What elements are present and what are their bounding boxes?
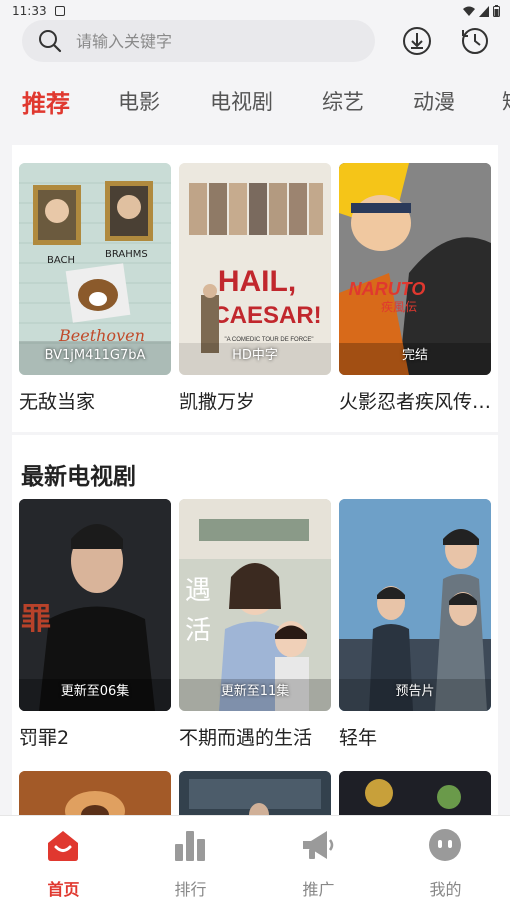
poster-title[interactable]: 不期而遇的生活	[179, 723, 334, 750]
poster-badge: HD中字	[232, 348, 278, 363]
tab-anime[interactable]: 动漫	[413, 86, 455, 116]
search-input[interactable]	[76, 31, 326, 51]
ranking-icon	[175, 831, 205, 861]
poster-wudi-dangjia[interactable]: BACH BRAHMS Beethoven BV1jM411G7bA	[19, 163, 171, 375]
category-tabs: 推荐 电影 电视剧 综艺 动漫 短	[0, 78, 510, 126]
bottom-navigation: 首页 排行 推广 我的	[0, 815, 510, 906]
poster-art	[179, 771, 331, 815]
poster-naruto[interactable]: NARUTO 疾風伝 完结	[339, 163, 491, 375]
svg-text:遇: 遇	[185, 576, 211, 606]
signal-icon	[479, 5, 489, 17]
megaphone-icon	[303, 831, 334, 859]
poster-title[interactable]: 火影忍者疾风传…	[339, 387, 494, 414]
poster-text-hail: HAIL,	[218, 265, 296, 298]
wifi-icon	[463, 6, 475, 16]
battery-icon	[493, 5, 500, 17]
poster-text-brahms: BRAHMS	[105, 249, 148, 260]
poster-title[interactable]: 无敌当家	[19, 387, 174, 414]
nav-profile[interactable]: 我的	[382, 816, 509, 906]
svg-text:罪: 罪	[21, 602, 51, 637]
status-time: 11:33	[12, 4, 47, 18]
poster-badge: 更新至06集	[60, 684, 130, 699]
poster-next-row-1[interactable]	[19, 771, 171, 815]
nav-home[interactable]: 首页	[0, 816, 127, 906]
poster-hail-caesar[interactable]: HAIL, CAESAR! "A COMEDIC TOUR DE FORCE" …	[179, 163, 331, 375]
poster-art	[339, 771, 491, 815]
poster-next-row-2[interactable]	[179, 771, 331, 815]
poster-next-row-3[interactable]	[339, 771, 491, 815]
svg-text:活: 活	[185, 616, 211, 646]
poster-badge: BV1jM411G7bA	[44, 348, 146, 363]
latest-tv-section: 最新电视剧 罪 更新至06集 罚罪2 遇 活 更新至11集 不期而遇的生活 预告…	[12, 435, 498, 815]
poster-fazui-2[interactable]: 罪 更新至06集	[19, 499, 171, 711]
poster-text-naruto: NARUTO	[349, 279, 426, 299]
tab-movies[interactable]: 电影	[118, 86, 160, 116]
status-bar: 11:33	[0, 0, 510, 22]
nav-label: 推广	[302, 880, 335, 899]
poster-badge: 预告片	[395, 684, 435, 699]
poster-art	[19, 771, 171, 815]
tab-recommended[interactable]: 推荐	[22, 84, 70, 119]
poster-art: BACH BRAHMS Beethoven	[19, 163, 171, 375]
history-clock-icon[interactable]	[460, 26, 490, 56]
tab-shorts[interactable]: 短	[502, 86, 510, 116]
poster-qingnian[interactable]: 预告片	[339, 499, 491, 711]
poster-title[interactable]: 罚罪2	[19, 723, 174, 750]
nav-label: 我的	[429, 880, 462, 899]
nav-label: 排行	[174, 880, 207, 899]
nav-ranking[interactable]: 排行	[127, 816, 254, 906]
nav-label: 首页	[47, 880, 80, 899]
nav-promote[interactable]: 推广	[255, 816, 382, 906]
poster-title[interactable]: 凯撒万岁	[179, 387, 334, 414]
poster-badge: 更新至11集	[220, 684, 290, 699]
tab-variety[interactable]: 综艺	[322, 86, 364, 116]
recommended-section: BACH BRAHMS Beethoven BV1jM411G7bA 无敌当家 …	[12, 145, 498, 432]
search-bar[interactable]	[22, 20, 375, 62]
poster-text-bach: BACH	[47, 255, 75, 266]
notification-icon	[54, 6, 65, 16]
poster-buqi-eryu[interactable]: 遇 活 更新至11集	[179, 499, 331, 711]
poster-text-shippuden: 疾風伝	[381, 299, 417, 314]
poster-text-quote: "A COMEDIC TOUR DE FORCE"	[224, 337, 313, 343]
home-icon	[48, 831, 78, 861]
search-row	[0, 20, 510, 64]
search-icon	[39, 30, 62, 53]
profile-icon	[429, 829, 461, 861]
tab-tv-series[interactable]: 电视剧	[210, 86, 273, 116]
download-icon[interactable]	[402, 26, 432, 56]
poster-text-caesar: CAESAR!	[212, 302, 321, 329]
poster-badge: 完结	[401, 348, 428, 363]
poster-title[interactable]: 轻年	[339, 723, 494, 750]
section-heading: 最新电视剧	[21, 464, 136, 490]
